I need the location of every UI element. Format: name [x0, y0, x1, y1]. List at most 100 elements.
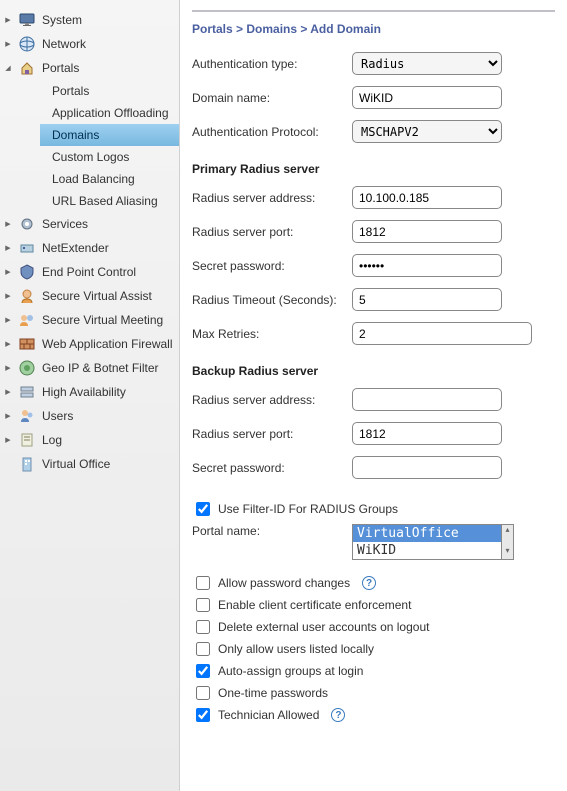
sidebar-item-svm[interactable]: Secure Virtual Meeting — [0, 308, 179, 332]
timeout-label: Radius Timeout (Seconds): — [192, 293, 352, 307]
b-secret-label: Secret password: — [192, 461, 352, 475]
sidebar-label: High Availability — [42, 385, 126, 399]
portal-option-virtualoffice[interactable]: VirtualOffice — [353, 525, 501, 542]
auth-type-select[interactable]: Radius — [352, 52, 502, 75]
sidebar-sub-loadbalancing[interactable]: Load Balancing — [40, 168, 179, 190]
sidebar-label: Log — [42, 433, 62, 447]
onlylisted-checkbox[interactable] — [196, 642, 210, 656]
shield-icon — [18, 263, 36, 281]
chevron-right-icon — [4, 40, 12, 48]
sidebar-item-portals[interactable]: Portals — [0, 56, 179, 80]
people-icon — [18, 407, 36, 425]
filterid-label: Use Filter-ID For RADIUS Groups — [218, 502, 398, 516]
help-icon[interactable]: ? — [362, 576, 376, 590]
sidebar-label: Secure Virtual Assist — [42, 289, 152, 303]
p-secret-input[interactable] — [352, 254, 502, 277]
b-port-label: Radius server port: — [192, 427, 352, 441]
sidebar-label: Users — [42, 409, 73, 423]
technician-label: Technician Allowed — [218, 708, 319, 722]
sidebar-label: Network — [42, 37, 86, 51]
sidebar-item-virtualoffice[interactable]: Virtual Office — [0, 452, 179, 476]
sidebar-label: Geo IP & Botnet Filter — [42, 361, 159, 375]
sidebar-item-system[interactable]: System — [0, 8, 179, 32]
sidebar-item-ha[interactable]: High Availability — [0, 380, 179, 404]
p-port-input[interactable] — [352, 220, 502, 243]
pwchange-checkbox[interactable] — [196, 576, 210, 590]
clientcert-label: Enable client certificate enforcement — [218, 598, 411, 612]
sidebar-item-endpoint[interactable]: End Point Control — [0, 260, 179, 284]
users-icon — [18, 311, 36, 329]
sidebar-label: Services — [42, 217, 88, 231]
sidebar-label: Virtual Office — [42, 457, 110, 471]
sidebar-label: System — [42, 13, 82, 27]
chevron-right-icon — [4, 436, 12, 444]
sidebar-sub-urlaliasing[interactable]: URL Based Aliasing — [40, 190, 179, 212]
chevron-right-icon — [4, 316, 12, 324]
spacer-icon — [4, 460, 12, 468]
sidebar-label: Secure Virtual Meeting — [42, 313, 163, 327]
chevron-right-icon — [4, 244, 12, 252]
otp-label: One-time passwords — [218, 686, 328, 700]
technician-checkbox[interactable] — [196, 708, 210, 722]
sidebar-label: NetExtender — [42, 241, 109, 255]
chevron-right-icon — [4, 268, 12, 276]
deleteext-label: Delete external user accounts on logout — [218, 620, 429, 634]
backup-radius-header: Backup Radius server — [192, 356, 555, 388]
chevron-right-icon — [4, 364, 12, 372]
p-addr-label: Radius server address: — [192, 191, 352, 205]
domain-name-input[interactable] — [352, 86, 502, 109]
auth-proto-select[interactable]: MSCHAPV2 — [352, 120, 502, 143]
sidebar-item-waf[interactable]: Web Application Firewall — [0, 332, 179, 356]
help-icon[interactable]: ? — [331, 708, 345, 722]
sidebar-label: Portals — [42, 61, 79, 75]
sidebar-label: End Point Control — [42, 265, 136, 279]
headset-icon — [18, 287, 36, 305]
b-port-input[interactable] — [352, 422, 502, 445]
network-box-icon — [18, 239, 36, 257]
sidebar-sub-portals[interactable]: Portals — [40, 80, 179, 102]
portal-option-wikid[interactable]: WiKID — [353, 542, 501, 559]
chevron-down-icon — [4, 64, 12, 72]
sidebar-sub-appoffloading[interactable]: Application Offloading — [40, 102, 179, 124]
autogroups-label: Auto-assign groups at login — [218, 664, 363, 678]
p-addr-input[interactable] — [352, 186, 502, 209]
sidebar-item-services[interactable]: Services — [0, 212, 179, 236]
sidebar-sub-customlogos[interactable]: Custom Logos — [40, 146, 179, 168]
portal-name-label: Portal name: — [192, 524, 352, 538]
b-addr-input[interactable] — [352, 388, 502, 411]
chevron-right-icon — [4, 220, 12, 228]
retries-input[interactable] — [352, 322, 532, 345]
b-secret-input[interactable] — [352, 456, 502, 479]
pwchange-label: Allow password changes — [218, 576, 350, 590]
filterid-checkbox[interactable] — [196, 502, 210, 516]
sidebar-item-geoip[interactable]: Geo IP & Botnet Filter — [0, 356, 179, 380]
primary-radius-header: Primary Radius server — [192, 154, 555, 186]
sidebar-item-sva[interactable]: Secure Virtual Assist — [0, 284, 179, 308]
sidebar-label: Web Application Firewall — [42, 337, 173, 351]
house-group-icon — [18, 59, 36, 77]
otp-checkbox[interactable] — [196, 686, 210, 700]
scroll-up-icon[interactable]: ▴ — [502, 525, 513, 538]
servers-icon — [18, 383, 36, 401]
sidebar-item-netextender[interactable]: NetExtender — [0, 236, 179, 260]
sidebar-item-network[interactable]: Network — [0, 32, 179, 56]
portal-name-listbox[interactable]: VirtualOffice WiKID — [352, 524, 502, 560]
main-content: Portals > Domains > Add Domain Authentic… — [180, 0, 567, 791]
deleteext-checkbox[interactable] — [196, 620, 210, 634]
scroll-down-icon[interactable]: ▾ — [502, 546, 513, 559]
chevron-right-icon — [4, 16, 12, 24]
log-icon — [18, 431, 36, 449]
autogroups-checkbox[interactable] — [196, 664, 210, 678]
chevron-right-icon — [4, 412, 12, 420]
globe-filter-icon — [18, 359, 36, 377]
sidebar: System Network Portals Portals Applicati… — [0, 0, 180, 791]
monitor-icon — [18, 11, 36, 29]
auth-proto-label: Authentication Protocol: — [192, 125, 352, 139]
clientcert-checkbox[interactable] — [196, 598, 210, 612]
timeout-input[interactable] — [352, 288, 502, 311]
sidebar-item-log[interactable]: Log — [0, 428, 179, 452]
retries-label: Max Retries: — [192, 327, 352, 341]
sidebar-item-users[interactable]: Users — [0, 404, 179, 428]
sidebar-sub-domains[interactable]: Domains — [40, 124, 179, 146]
domain-name-label: Domain name: — [192, 91, 352, 105]
